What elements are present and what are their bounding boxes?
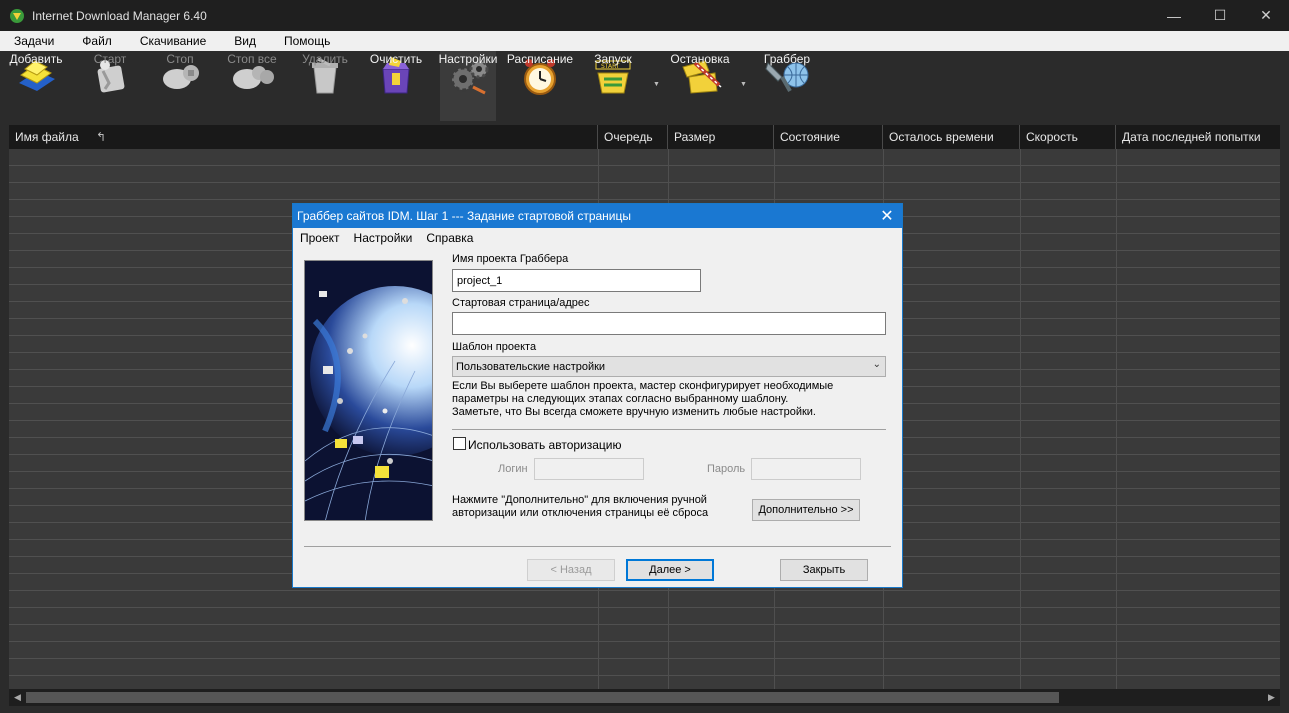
- add-button[interactable]: Добавить: [8, 51, 64, 121]
- scheduler-button[interactable]: Расписание: [506, 51, 574, 121]
- template-label: Шаблон проекта: [452, 341, 537, 353]
- column-filename[interactable]: Имя файла ↰: [9, 125, 598, 149]
- horizontal-scrollbar[interactable]: ◀ ▶: [9, 689, 1280, 706]
- stop-all-button[interactable]: Стоп все: [224, 51, 280, 121]
- advanced-help-line-1: Нажмите "Дополнительно" для включения ру…: [452, 494, 707, 506]
- back-button[interactable]: < Назад: [527, 559, 615, 581]
- stop-button[interactable]: Стоп: [152, 51, 208, 121]
- column-speed[interactable]: Скорость: [1020, 125, 1116, 149]
- advanced-button[interactable]: Дополнительно >>: [752, 499, 860, 521]
- stop-queue-button[interactable]: Остановка: [668, 51, 732, 121]
- menu-file[interactable]: Файл: [68, 34, 126, 48]
- close-button[interactable]: Закрыть: [780, 559, 868, 581]
- login-label: Логин: [498, 463, 528, 475]
- maximize-button[interactable]: ☐: [1197, 0, 1243, 31]
- clean-button[interactable]: Очистить: [368, 51, 424, 121]
- grabber-wizard-image: [304, 260, 433, 521]
- settings-label: Настройки: [438, 52, 498, 66]
- idm-app-icon: [10, 8, 24, 23]
- window-title: Internet Download Manager 6.40: [32, 8, 207, 23]
- column-divider: [1020, 149, 1021, 689]
- template-help-line-2: параметры на следующих этапах согласно в…: [452, 393, 789, 405]
- start-queue-button[interactable]: START Запуск: [585, 51, 641, 121]
- status-bar: [0, 706, 1289, 713]
- menu-downloads[interactable]: Скачивание: [126, 34, 220, 48]
- scheduler-label: Расписание: [506, 52, 574, 66]
- delete-label: Удалить: [302, 52, 348, 66]
- main-menu-bar: Задачи Файл Скачивание Вид Помощь: [0, 31, 1289, 51]
- project-name-input[interactable]: project_1: [452, 269, 701, 292]
- dialog-menu-project[interactable]: Проект: [293, 231, 347, 245]
- dialog-close-icon[interactable]: ✕: [872, 204, 902, 228]
- table-header: Имя файла ↰ Очередь Размер Состояние Ост…: [9, 125, 1280, 149]
- grabber-button[interactable]: Граббер: [757, 51, 817, 121]
- start-label: Старт: [93, 52, 127, 66]
- stop-queue-label: Остановка: [670, 52, 730, 66]
- add-label: Добавить: [9, 52, 63, 66]
- stop-label: Стоп: [166, 52, 194, 66]
- dialog-menu-settings[interactable]: Настройки: [347, 231, 420, 245]
- sort-arrow-icon: ↰: [95, 130, 107, 144]
- project-name-label: Имя проекта Граббера: [452, 253, 569, 265]
- close-window-button[interactable]: ✕: [1243, 0, 1289, 31]
- main-toolbar: Добавить Старт Стоп Стоп все Удалить Очи…: [0, 51, 1289, 121]
- start-button[interactable]: Старт: [82, 51, 138, 121]
- scroll-right-icon[interactable]: ▶: [1263, 689, 1280, 706]
- divider: [452, 429, 886, 430]
- next-button[interactable]: Далее >: [626, 559, 714, 581]
- login-input[interactable]: [534, 458, 644, 480]
- use-auth-checkbox[interactable]: [453, 437, 466, 450]
- start-page-label: Стартовая страница/адрес: [452, 297, 590, 309]
- column-queue[interactable]: Очередь: [598, 125, 668, 149]
- template-help-line-1: Если Вы выберете шаблон проекта, мастер …: [452, 380, 834, 392]
- dialog-title-bar: Граббер сайтов IDM. Шаг 1 --- Задание ст…: [293, 204, 902, 228]
- settings-button[interactable]: Настройки: [438, 51, 498, 121]
- grabber-label: Граббер: [763, 52, 811, 66]
- menu-view[interactable]: Вид: [220, 34, 270, 48]
- dialog-menu-help[interactable]: Справка: [419, 231, 480, 245]
- clean-label: Очистить: [369, 52, 423, 66]
- column-status[interactable]: Состояние: [774, 125, 883, 149]
- template-help-line-3: Заметьте, что Вы всегда сможете вручную …: [452, 406, 816, 418]
- start-page-input[interactable]: [452, 312, 886, 335]
- dialog-title: Граббер сайтов IDM. Шаг 1 --- Задание ст…: [297, 209, 632, 223]
- stop-all-label: Стоп все: [227, 52, 277, 66]
- template-select[interactable]: Пользовательские настройки ⌄: [452, 356, 886, 377]
- column-last-try[interactable]: Дата последней попытки: [1116, 125, 1280, 149]
- column-filename-label: Имя файла: [15, 130, 79, 144]
- menu-help[interactable]: Помощь: [270, 34, 344, 48]
- scroll-left-icon[interactable]: ◀: [9, 689, 26, 706]
- dialog-menu-bar: Проект Настройки Справка: [293, 228, 902, 248]
- column-divider: [1116, 149, 1117, 689]
- advanced-help-line-2: авторизации или отключения страницы её с…: [452, 507, 709, 519]
- column-time-left[interactable]: Осталось времени: [883, 125, 1020, 149]
- delete-button[interactable]: Удалить: [297, 51, 353, 121]
- minimize-button[interactable]: —: [1151, 0, 1197, 31]
- start-queue-label: Запуск: [594, 52, 632, 66]
- use-auth-label[interactable]: Использовать авторизацию: [468, 438, 622, 452]
- password-input[interactable]: [751, 458, 861, 480]
- column-size[interactable]: Размер: [668, 125, 774, 149]
- menu-tasks[interactable]: Задачи: [0, 34, 68, 48]
- template-select-value: Пользовательские настройки: [456, 360, 606, 373]
- password-label: Пароль: [707, 463, 746, 475]
- grabber-dialog: Граббер сайтов IDM. Шаг 1 --- Задание ст…: [292, 203, 903, 588]
- chevron-down-icon: ⌄: [872, 359, 881, 370]
- stop-queue-dropdown-icon[interactable]: ▼: [740, 81, 747, 88]
- divider: [304, 546, 891, 547]
- title-bar: Internet Download Manager 6.40 — ☐ ✕: [0, 0, 1289, 31]
- scrollbar-thumb[interactable]: [26, 692, 1059, 703]
- start-queue-dropdown-icon[interactable]: ▼: [653, 81, 660, 88]
